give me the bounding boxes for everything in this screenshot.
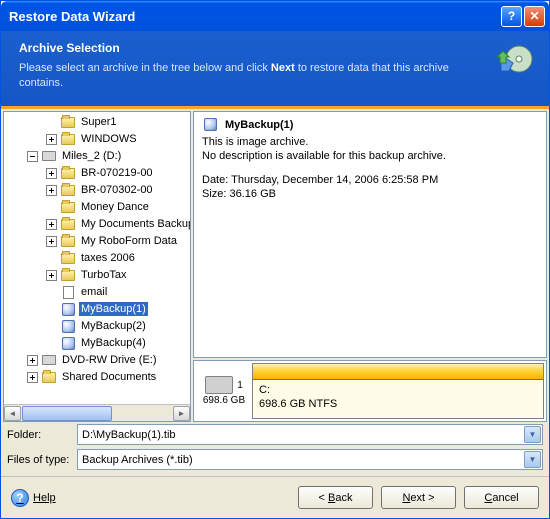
partition-detail: 698.6 GB NTFS — [259, 397, 537, 411]
archive-description: No description is available for this bac… — [202, 150, 538, 162]
archive-type: This is image archive. — [202, 136, 538, 148]
next-button[interactable]: Next > — [381, 486, 456, 509]
titlebar-help-button[interactable]: ? — [501, 6, 522, 27]
partition-name: C: — [259, 383, 537, 397]
partition-header — [253, 364, 543, 380]
horizontal-scrollbar[interactable]: ◄ ► — [4, 404, 190, 421]
tree-item-br2[interactable]: BR-070302-00 — [4, 182, 190, 199]
hard-drive-icon — [205, 376, 233, 394]
expand-icon[interactable] — [46, 270, 57, 281]
tree-item-br1[interactable]: BR-070219-00 — [4, 165, 190, 182]
disk-summary: 1 698.6 GB — [196, 363, 252, 419]
tree-item-backup4[interactable]: MyBackup(4) — [4, 335, 190, 352]
tree-item-dvd[interactable]: DVD-RW Drive (E:) — [4, 352, 190, 369]
expand-icon[interactable] — [27, 355, 38, 366]
expand-icon[interactable] — [46, 168, 57, 179]
archive-title: MyBackup(1) — [202, 118, 538, 132]
tree-item-miles2[interactable]: Miles_2 (D:) — [4, 148, 190, 165]
expand-icon[interactable] — [46, 134, 57, 145]
expand-icon[interactable] — [27, 372, 38, 383]
folder-combobox[interactable]: D:\MyBackup(1).tib ▼ — [77, 424, 543, 445]
titlebar: Restore Data Wizard ? ✕ — [1, 1, 549, 31]
tree-item-mydocs[interactable]: My Documents Backup — [4, 216, 190, 233]
tree-item-windows[interactable]: WINDOWS — [4, 131, 190, 148]
wizard-header: Archive Selection Please select an archi… — [1, 31, 549, 109]
archive-size: Size: 36.16 GB — [202, 188, 538, 200]
scroll-right-button[interactable]: ► — [173, 406, 190, 421]
dropdown-arrow-icon[interactable]: ▼ — [524, 451, 541, 468]
expand-icon[interactable] — [46, 236, 57, 247]
disk-layout-panel: 1 698.6 GB C: 698.6 GB NTFS — [193, 360, 547, 422]
filetype-value: Backup Archives (*.tib) — [82, 454, 193, 466]
header-title: Archive Selection — [19, 41, 531, 55]
disk-total-size: 698.6 GB — [203, 395, 245, 406]
filetype-label: Files of type: — [7, 454, 77, 466]
backup-disc-icon — [495, 41, 535, 81]
back-button[interactable]: < Back — [298, 486, 373, 509]
help-link[interactable]: ? Help — [11, 489, 56, 507]
partition-bar[interactable]: C: 698.6 GB NTFS — [252, 363, 544, 419]
dropdown-arrow-icon[interactable]: ▼ — [524, 426, 541, 443]
help-icon: ? — [11, 489, 29, 507]
tree-item-backup2[interactable]: MyBackup(2) — [4, 318, 190, 335]
folder-value: D:\MyBackup(1).tib — [82, 429, 176, 441]
folder-tree[interactable]: Super1 WINDOWS Miles_2 (D:) BR-070219-00… — [4, 112, 190, 404]
collapse-icon[interactable] — [27, 151, 38, 162]
header-subtitle: Please select an archive in the tree bel… — [19, 61, 531, 92]
tree-item-turbo[interactable]: TurboTax — [4, 267, 190, 284]
wizard-window: Restore Data Wizard ? ✕ Archive Selectio… — [0, 0, 550, 519]
tree-item-money[interactable]: Money Dance — [4, 199, 190, 216]
archive-info-panel: MyBackup(1) This is image archive. No de… — [193, 111, 547, 358]
archive-date: Date: Thursday, December 14, 2006 6:25:5… — [202, 174, 538, 186]
scroll-thumb[interactable] — [22, 406, 112, 421]
tree-item-super1[interactable]: Super1 — [4, 114, 190, 131]
disk-index: 1 — [237, 380, 243, 391]
window-title: Restore Data Wizard — [5, 9, 499, 24]
expand-icon[interactable] — [46, 185, 57, 196]
filetype-combobox[interactable]: Backup Archives (*.tib) ▼ — [77, 449, 543, 470]
tree-item-robo[interactable]: My RoboForm Data — [4, 233, 190, 250]
cancel-button[interactable]: Cancel — [464, 486, 539, 509]
folder-tree-panel: Super1 WINDOWS Miles_2 (D:) BR-070219-00… — [3, 111, 191, 422]
folder-label: Folder: — [7, 429, 77, 441]
scroll-left-button[interactable]: ◄ — [4, 406, 21, 421]
tree-item-backup1[interactable]: MyBackup(1) — [4, 301, 190, 318]
tree-item-email[interactable]: email — [4, 284, 190, 301]
tree-item-taxes[interactable]: taxes 2006 — [4, 250, 190, 267]
expand-icon[interactable] — [46, 219, 57, 230]
tree-item-shared[interactable]: Shared Documents — [4, 369, 190, 386]
wizard-footer: ? Help < Back Next > Cancel — [1, 476, 549, 518]
titlebar-close-button[interactable]: ✕ — [524, 6, 545, 27]
archive-icon — [202, 118, 218, 132]
